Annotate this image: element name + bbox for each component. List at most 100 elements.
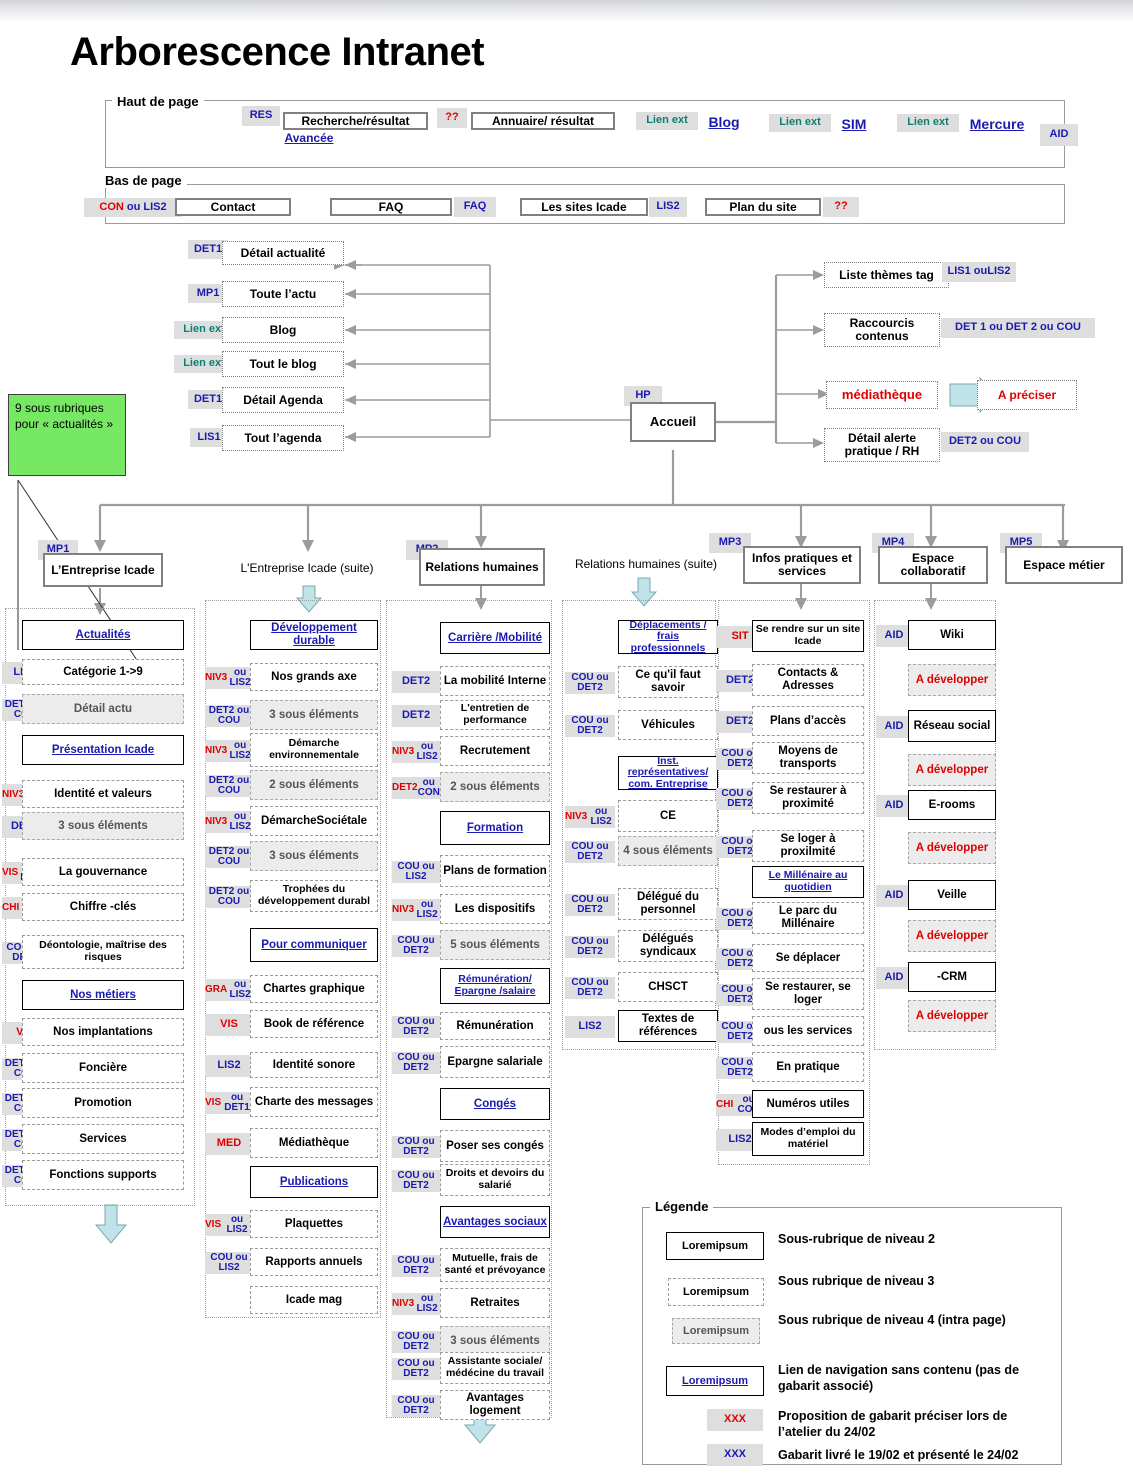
node-le-parc-du-mill-naire[interactable]: Le parc du Millénaire xyxy=(752,902,864,934)
node-plaquettes[interactable]: Plaquettes xyxy=(250,1210,378,1238)
node-contacts-adresses[interactable]: Contacts & Adresses xyxy=(752,664,864,696)
node-se-restaurer-se-loger[interactable]: Se restaurer, se loger xyxy=(752,978,864,1010)
node-book-de-r-f-rence[interactable]: Book de référence xyxy=(250,1010,378,1038)
node-2-sous-l-ments[interactable]: 2 sous éléments xyxy=(250,770,378,800)
node-fonci-re[interactable]: Foncière xyxy=(22,1053,184,1083)
node-d-l-gu-du-personnel[interactable]: Délégué du personnel xyxy=(618,888,718,920)
node-carri-re-mobilit[interactable]: Carrière /Mobilité xyxy=(440,622,550,654)
node-ous-les-services[interactable]: ous les services xyxy=(752,1016,864,1046)
node-se-rendre-sur-un-site-icade[interactable]: Se rendre sur un site Icade xyxy=(752,620,864,652)
node-num-ros-utiles[interactable]: Numéros utiles xyxy=(752,1090,864,1118)
node-retraites[interactable]: Retraites xyxy=(440,1288,550,1318)
node-chsct[interactable]: CHSCT xyxy=(618,972,718,1002)
node-detail-actualite[interactable]: Détail actualité xyxy=(222,241,344,265)
node-a-d-velopper[interactable]: A développer xyxy=(908,1000,996,1032)
node-pr-sentation-icade[interactable]: Présentation Icade xyxy=(22,735,184,765)
node-e-rooms[interactable]: E-rooms xyxy=(908,790,996,820)
node-mutuelle-frais-de-sant-et-pr-voyan[interactable]: Mutuelle, frais de santé et prévoyance xyxy=(440,1248,550,1282)
node-a-d-velopper[interactable]: A développer xyxy=(908,754,996,786)
section-infos-pratiques[interactable]: Infos pratiques et services xyxy=(743,546,861,584)
node-la-gouvernance[interactable]: La gouvernance xyxy=(22,858,184,886)
footer-item-faq[interactable]: FAQ xyxy=(330,198,452,216)
node-tout-le-blog[interactable]: Tout le blog xyxy=(222,351,344,377)
section-relations-humaines[interactable]: Relations humaines xyxy=(419,548,545,586)
node-nos-implantations[interactable]: Nos implantations xyxy=(22,1018,184,1046)
node-formation[interactable]: Formation xyxy=(440,811,550,845)
node-chartes-graphique[interactable]: Chartes graphique xyxy=(250,975,378,1003)
node-2-sous-l-ments[interactable]: 2 sous éléments xyxy=(440,772,550,802)
node-a-d-velopper[interactable]: A développer xyxy=(908,832,996,864)
node-mediatheque[interactable]: médiathèque xyxy=(826,381,938,409)
node-3-sous-l-ments[interactable]: 3 sous éléments xyxy=(250,700,378,730)
node-actualit-s[interactable]: Actualités xyxy=(22,620,184,650)
node-publications[interactable]: Publications xyxy=(250,1166,378,1198)
node-wiki[interactable]: Wiki xyxy=(908,620,996,650)
node-d-tail-actu[interactable]: Détail actu xyxy=(22,694,184,724)
node-ce-qu-il-faut-savoir[interactable]: Ce qu'il faut savoir xyxy=(618,666,718,698)
node-a-d-velopper[interactable]: A développer xyxy=(908,920,996,952)
header-item-blog[interactable]: Blog xyxy=(703,114,745,130)
node-rapports-annuels[interactable]: Rapports annuels xyxy=(250,1248,378,1276)
node-se-restaurer-proximit[interactable]: Se restaurer à proximité xyxy=(752,782,864,814)
footer-item-contact[interactable]: Contact xyxy=(175,198,291,216)
node-nos-m-tiers[interactable]: Nos métiers xyxy=(22,980,184,1010)
node-le-mill-naire-au-quotidien[interactable]: Le Millénaire au quotidien xyxy=(752,866,864,898)
node-recrutement[interactable]: Recrutement xyxy=(440,736,550,766)
node-epargne-salariale[interactable]: Epargne salariale xyxy=(440,1046,550,1078)
node-plans-de-formation[interactable]: Plans de formation xyxy=(440,855,550,887)
node-promotion[interactable]: Promotion xyxy=(22,1088,184,1118)
header-item-recherche[interactable]: Recherche/résultat xyxy=(283,112,428,130)
node-4-sous-l-ments[interactable]: 4 sous éléments xyxy=(618,836,718,866)
node-d-marchesoci-tale[interactable]: DémarcheSociétale xyxy=(250,806,378,836)
node-icade-mag[interactable]: Icade mag xyxy=(250,1286,378,1314)
node-d-veloppement-durable[interactable]: Développement durable xyxy=(250,620,378,650)
node-modes-d-emploi-du-mat-riel[interactable]: Modes d’emploi du matériel xyxy=(752,1122,864,1156)
node-5-sous-l-ments[interactable]: 5 sous éléments xyxy=(440,930,550,960)
node-toute-lactu[interactable]: Toute l’actu xyxy=(222,281,344,307)
node-ce[interactable]: CE xyxy=(618,800,718,832)
node-chiffre-cl-s[interactable]: Chiffre -clés xyxy=(22,893,184,921)
node-tout-lagenda[interactable]: Tout l’agenda xyxy=(222,425,344,451)
node-avantages-logement[interactable]: Avantages logement xyxy=(440,1390,550,1420)
node-en-pratique[interactable]: En pratique xyxy=(752,1052,864,1082)
section-espace-collaboratif[interactable]: Espace collaboratif xyxy=(878,546,988,584)
node-r-mun-ration-epargne-salaire[interactable]: Rémunération/ Epargne /salaire xyxy=(440,968,550,1004)
node-plans-d-acc-s[interactable]: Plans d’accès xyxy=(752,706,864,736)
node-3-sous-l-ments[interactable]: 3 sous éléments xyxy=(250,841,378,871)
node-accueil[interactable]: Accueil xyxy=(630,402,716,442)
node-identit-sonore[interactable]: Identité sonore xyxy=(250,1052,378,1078)
node-a-d-velopper[interactable]: A développer xyxy=(908,664,996,696)
node-detail-agenda[interactable]: Détail Agenda xyxy=(222,387,344,413)
node-detail-alerte[interactable]: Détail alerte pratique / RH xyxy=(824,428,940,462)
node-la-mobilit-interne[interactable]: La mobilité Interne xyxy=(440,666,550,696)
node-se-d-placer[interactable]: Se déplacer xyxy=(752,944,864,972)
header-item-avancee[interactable]: Avancée xyxy=(274,131,344,146)
header-item-mercure[interactable]: Mercure xyxy=(965,116,1029,132)
node-a-preciser[interactable]: A préciser xyxy=(977,380,1077,410)
node-identit-et-valeurs[interactable]: Identité et valeurs xyxy=(22,780,184,808)
node-m-diath-que[interactable]: Médiathèque xyxy=(250,1128,378,1158)
header-item-sim[interactable]: SIM xyxy=(836,116,872,132)
node-d-marche-environnementale[interactable]: Démarche environnementale xyxy=(250,733,378,767)
node-d-l-gu-s-syndicaux[interactable]: Délégués syndicaux xyxy=(618,930,718,962)
node-cong-s[interactable]: Congés xyxy=(440,1088,550,1120)
section-espace-metier[interactable]: Espace métier xyxy=(1005,546,1123,584)
node-raccourcis-contenus[interactable]: Raccourcis contenus xyxy=(824,313,940,347)
node-inst-repr-sentatives-com-entrepris[interactable]: Inst. représentatives/ com. Entreprise xyxy=(618,755,718,790)
node-cat-gorie-1-9[interactable]: Catégorie 1->9 xyxy=(22,659,184,685)
header-item-annuaire[interactable]: Annuaire/ résultat xyxy=(471,112,615,130)
node-d-placements-frais-professionnels[interactable]: Déplacements / frais professionnels xyxy=(618,619,718,654)
node-les-dispositifs[interactable]: Les dispositifs xyxy=(440,894,550,924)
node-crm[interactable]: -CRM xyxy=(908,962,996,992)
node-moyens-de-transports[interactable]: Moyens de transports xyxy=(752,742,864,774)
node-poser-ses-cong-s[interactable]: Poser ses congés xyxy=(440,1130,550,1162)
node-services[interactable]: Services xyxy=(22,1124,184,1154)
node-r-mun-ration[interactable]: Rémunération xyxy=(440,1012,550,1040)
footer-item-sites-icade[interactable]: Les sites Icade xyxy=(520,198,648,216)
node-d-ontologie-ma-trise-des-risques[interactable]: Déontologie, maîtrise des risques xyxy=(22,935,184,969)
node-blog[interactable]: Blog xyxy=(222,317,344,343)
node-troph-es-du-d-veloppement-durabl[interactable]: Trophées du développement durabl xyxy=(250,880,378,912)
node-droits-et-devoirs-du-salari[interactable]: Droits et devoirs du salarié xyxy=(440,1164,550,1196)
node-r-seau-social[interactable]: Réseau social xyxy=(908,710,996,742)
node-fonctions-supports[interactable]: Fonctions supports xyxy=(22,1160,184,1190)
